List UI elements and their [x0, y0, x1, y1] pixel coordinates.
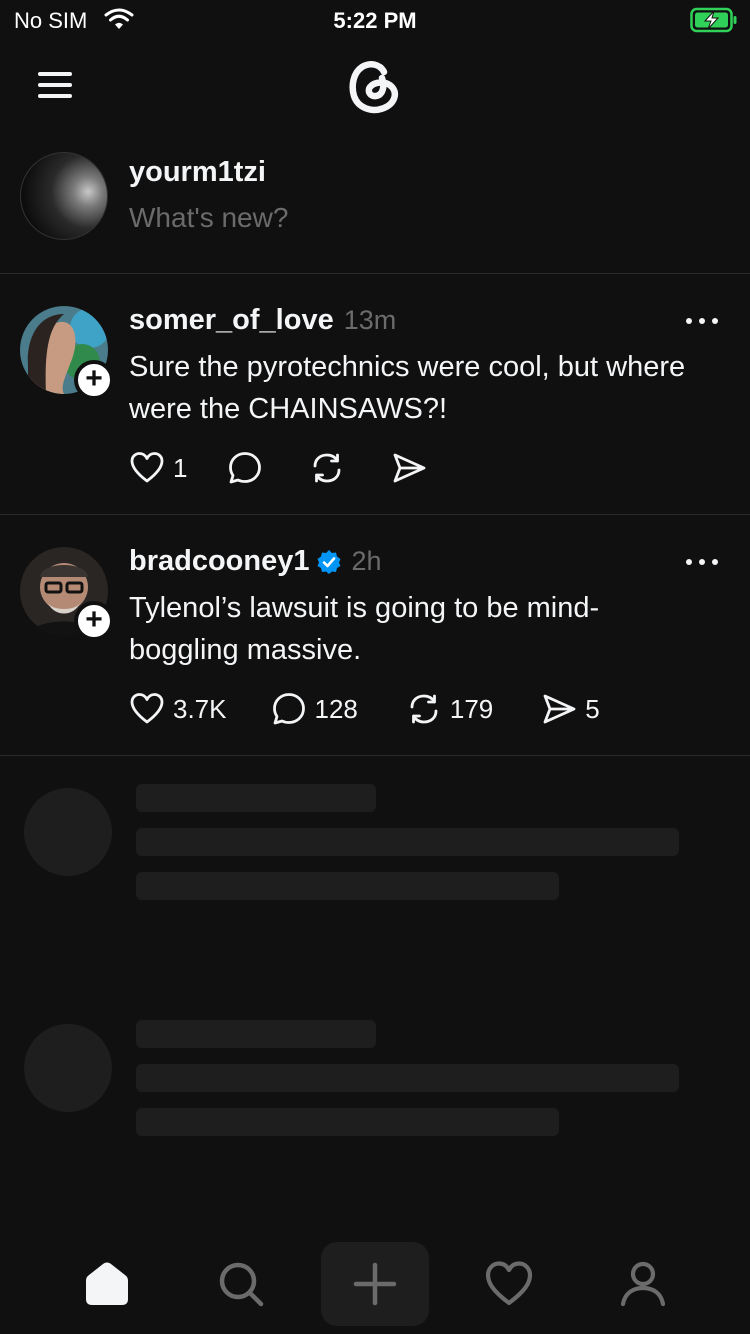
reply-button[interactable]: 128: [271, 691, 358, 727]
like-button[interactable]: 1: [129, 450, 187, 486]
clock: 5:22 PM: [333, 8, 417, 33]
skeleton-line: [136, 1020, 376, 1048]
like-button[interactable]: 3.7K: [129, 691, 227, 727]
menu-button[interactable]: [34, 70, 78, 100]
post-username[interactable]: somer_of_love: [129, 304, 334, 337]
like-count: 3.7K: [173, 693, 227, 724]
like-count: 1: [173, 452, 188, 483]
composer-input[interactable]: What's new?: [129, 202, 288, 234]
post[interactable]: + somer_of_love 13m Sure the pyrotechnic…: [0, 274, 750, 515]
share-count: 5: [585, 693, 600, 724]
repost-count: 179: [449, 693, 494, 724]
status-bar: No SIM 5:22 PM: [0, 0, 750, 42]
heart-icon: [130, 693, 164, 724]
activity-heart-icon: [485, 1261, 533, 1306]
threads-logo-icon[interactable]: [340, 50, 410, 120]
skeleton-line: [136, 872, 559, 900]
skeleton-line: [136, 828, 679, 856]
post[interactable]: + bradcooney1 2h Tylenol’s lawsuit is go…: [0, 515, 750, 756]
home-icon: [86, 1262, 128, 1305]
send-icon: [394, 453, 426, 483]
post-time: 13m: [343, 305, 397, 335]
reply-count: 128: [314, 693, 358, 724]
more-options-icon[interactable]: [684, 557, 720, 567]
composer-username: yourm1tzi: [129, 156, 266, 188]
skeleton-line: [136, 1108, 559, 1136]
follow-button[interactable]: +: [74, 360, 114, 400]
skeleton-avatar: [24, 1024, 112, 1112]
skeleton-line: [136, 784, 376, 812]
skeleton-line: [136, 1064, 679, 1092]
post-text: Sure the pyrotechnics were cool, but whe…: [129, 351, 686, 425]
tab-activity[interactable]: [455, 1242, 563, 1326]
battery-charging-icon: [690, 7, 737, 33]
tab-home[interactable]: [53, 1242, 161, 1326]
post-username[interactable]: bradcooney1: [129, 545, 310, 578]
send-icon: [543, 694, 576, 724]
comment-icon: [272, 693, 305, 725]
profile-icon: [620, 1261, 666, 1307]
share-button[interactable]: 5: [541, 691, 600, 727]
tab-search[interactable]: [187, 1242, 295, 1326]
composer[interactable]: yourm1tzi What's new?: [0, 140, 750, 274]
heart-icon: [130, 452, 164, 483]
menu-icon: [38, 72, 72, 76]
compose-icon: [353, 1262, 397, 1306]
follow-button[interactable]: +: [74, 601, 114, 641]
repost-icon: [410, 694, 438, 724]
tab-bar: [0, 1234, 750, 1334]
repost-icon: [314, 453, 341, 483]
share-button[interactable]: [391, 450, 427, 486]
more-options-icon[interactable]: [684, 316, 720, 326]
post-text: Tylenol’s lawsuit is going to be mind-bo…: [129, 592, 600, 666]
post-time: 2h: [351, 546, 382, 576]
repost-button[interactable]: 179: [406, 691, 493, 727]
skeleton-avatar: [24, 788, 112, 876]
comment-icon: [229, 452, 262, 484]
avatar[interactable]: [20, 152, 108, 240]
reply-button[interactable]: [227, 450, 263, 486]
search-icon: [219, 1262, 264, 1307]
repost-button[interactable]: [309, 450, 345, 486]
verified-badge-icon: [317, 549, 340, 574]
tab-compose[interactable]: [321, 1242, 429, 1326]
tab-profile[interactable]: [589, 1242, 697, 1326]
